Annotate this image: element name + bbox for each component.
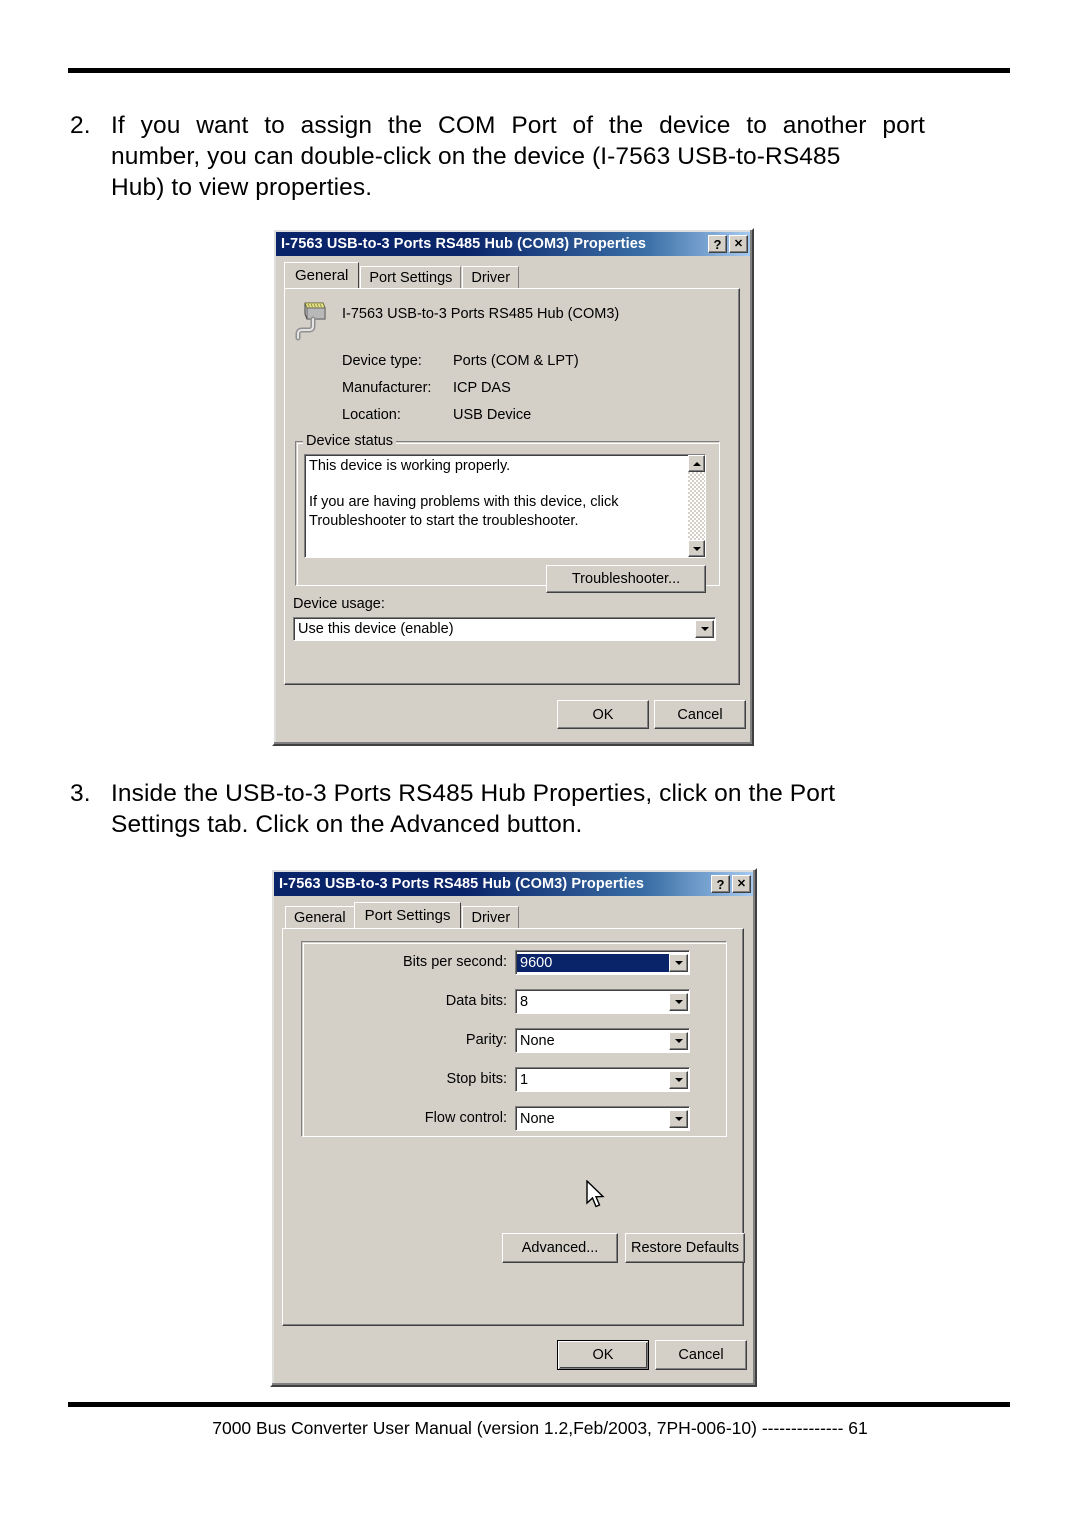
advanced-button[interactable]: Advanced... — [502, 1233, 618, 1263]
manufacturer-label: Manufacturer: — [342, 380, 432, 396]
device-usage-combobox[interactable]: Use this device (enable) — [293, 617, 716, 641]
tabstrip: General Port Settings Driver — [284, 262, 520, 288]
general-cancel-button[interactable]: Cancel — [654, 700, 746, 729]
tab-general-label: General — [294, 909, 346, 926]
parity-value: None — [520, 1032, 555, 1049]
tab-general[interactable]: General — [285, 906, 355, 928]
step-3-line-2: Settings tab. Click on the Advanced butt… — [111, 811, 583, 838]
tab-driver-label: Driver — [471, 909, 511, 926]
bits-per-second-combobox[interactable]: 9600 — [515, 950, 690, 975]
port-settings-properties-dialog: I-7563 USB-to-3 Ports RS485 Hub (COM3) P… — [270, 868, 757, 1387]
stop-bits-value: 1 — [520, 1071, 529, 1088]
parity-label: Parity: — [465, 1032, 507, 1048]
device-usage-value: Use this device (enable) — [298, 621, 454, 637]
port-settings-ok-button[interactable]: OK — [557, 1340, 649, 1370]
tab-port-settings-label: Port Settings — [364, 907, 451, 924]
device-usage-label: Device usage: — [293, 596, 385, 612]
device-status-text: This device is working properly. If you … — [309, 457, 685, 531]
chevron-down-icon[interactable] — [669, 953, 688, 972]
stop-bits-combobox[interactable]: 1 — [515, 1067, 690, 1092]
status-paragraph-1: This device is working properly. — [309, 458, 511, 474]
chevron-down-icon[interactable] — [669, 1031, 688, 1050]
data-bits-label: Data bits: — [445, 993, 507, 1009]
tab-port-settings[interactable]: Port Settings — [360, 266, 462, 288]
device-status-label: Device status — [303, 433, 397, 449]
help-button[interactable]: ? — [708, 235, 727, 253]
dialog2-title: I-7563 USB-to-3 Ports RS485 Hub (COM3) P… — [279, 876, 645, 892]
device-name: I-7563 USB-to-3 Ports RS485 Hub (COM3) — [342, 306, 620, 322]
port-settings-cancel-button[interactable]: Cancel — [655, 1340, 747, 1370]
tab-general[interactable]: General — [284, 262, 360, 288]
page-top-rule — [68, 68, 1010, 73]
tab-general-label: General — [295, 267, 349, 284]
close-icon[interactable]: ✕ — [729, 235, 748, 253]
tab-driver[interactable]: Driver — [462, 266, 520, 288]
serial-port-icon — [295, 302, 326, 341]
bits-per-second-value: 9600 — [517, 953, 669, 972]
device-status-groupbox: Device status This device is working pro… — [295, 433, 720, 593]
scrollbar-track[interactable] — [688, 472, 705, 540]
general-properties-dialog: I-7563 USB-to-3 Ports RS485 Hub (COM3) P… — [272, 228, 754, 746]
chevron-down-icon[interactable] — [695, 620, 714, 638]
device-icon — [293, 299, 333, 341]
status-paragraph-2: If you are having problems with this dev… — [309, 494, 619, 529]
data-bits-value: 8 — [520, 993, 529, 1010]
page-footer: 7000 Bus Converter User Manual (version … — [212, 1418, 868, 1438]
chevron-down-icon[interactable] — [669, 1109, 688, 1128]
port-settings-tab-page: Bits per second: 9600 Data bits: 8 Parit… — [282, 928, 745, 1326]
device-type-value: Ports (COM & LPT) — [453, 353, 579, 369]
instruction-step-2: 2. If you want to assign the COM Port of… — [70, 110, 925, 203]
flow-control-combobox[interactable]: None — [515, 1106, 690, 1131]
help-button[interactable]: ? — [711, 875, 730, 893]
instruction-step-3: 3. Inside the USB-to-3 Ports RS485 Hub P… — [70, 778, 870, 840]
parity-combobox[interactable]: None — [515, 1028, 690, 1053]
step-3-number: 3. — [70, 780, 91, 807]
status-scrollbar[interactable] — [688, 455, 705, 557]
restore-defaults-button[interactable]: Restore Defaults — [625, 1233, 745, 1263]
device-type-label: Device type: — [342, 353, 422, 369]
step-2-line-3: Hub) to view properties. — [111, 174, 373, 201]
general-tab-page: I-7563 USB-to-3 Ports RS485 Hub (COM3) D… — [284, 288, 740, 685]
step-2-line-2: number, you can double-click on the devi… — [111, 143, 841, 170]
scroll-up-icon[interactable] — [688, 455, 705, 472]
manufacturer-value: ICP DAS — [453, 380, 511, 396]
general-ok-button[interactable]: OK — [557, 700, 649, 729]
device-status-textbox[interactable]: This device is working properly. If you … — [304, 454, 706, 558]
data-bits-combobox[interactable]: 8 — [515, 989, 690, 1014]
step-2-number: 2. — [70, 112, 91, 139]
dialog-title: I-7563 USB-to-3 Ports RS485 Hub (COM3) P… — [281, 236, 647, 252]
tabstrip2: General Port Settings Driver — [285, 902, 520, 928]
chevron-down-icon[interactable] — [669, 992, 688, 1011]
flow-control-label: Flow control: — [424, 1110, 507, 1126]
scroll-down-icon[interactable] — [688, 540, 705, 557]
page-bottom-rule — [68, 1402, 1010, 1407]
step-3-line-1: Inside the USB-to-3 Ports RS485 Hub Prop… — [111, 780, 836, 807]
close-icon[interactable]: ✕ — [732, 875, 751, 893]
stop-bits-label: Stop bits: — [446, 1071, 507, 1087]
tab-driver[interactable]: Driver — [462, 906, 520, 928]
location-value: USB Device — [453, 407, 532, 423]
bits-per-second-label: Bits per second: — [403, 954, 507, 970]
flow-control-value: None — [520, 1110, 555, 1127]
location-label: Location: — [342, 407, 401, 423]
tab-port-settings-label: Port Settings — [369, 269, 453, 286]
serial-settings-panel: Bits per second: 9600 Data bits: 8 Parit… — [301, 941, 727, 1137]
chevron-down-icon[interactable] — [669, 1070, 688, 1089]
dialog2-titlebar[interactable]: I-7563 USB-to-3 Ports RS485 Hub (COM3) P… — [274, 872, 753, 896]
tab-port-settings[interactable]: Port Settings — [353, 902, 462, 928]
troubleshooter-button[interactable]: Troubleshooter... — [546, 565, 706, 593]
tab-driver-label: Driver — [471, 269, 511, 286]
dialog-titlebar[interactable]: I-7563 USB-to-3 Ports RS485 Hub (COM3) P… — [276, 232, 750, 256]
step-2-line-1: If you want to assign the COM Port of th… — [111, 112, 925, 139]
